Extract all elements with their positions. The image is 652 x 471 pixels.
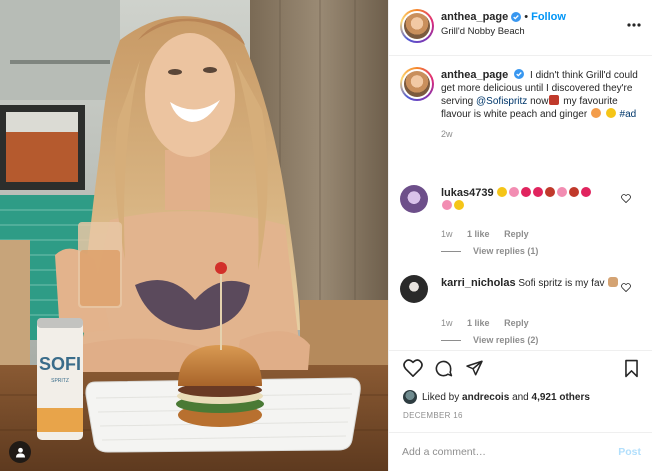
emoji-icon <box>569 187 580 197</box>
post-actions: Liked by andrecois and 4,921 others DECE… <box>389 350 652 432</box>
caption-avatar[interactable] <box>400 67 434 101</box>
caption-text-2: now <box>530 96 549 107</box>
paper-plane-icon[interactable] <box>465 359 484 377</box>
post-date[interactable]: DECEMBER 16 <box>403 411 463 420</box>
follow-button[interactable]: Follow <box>531 11 566 23</box>
view-replies-label: View replies (1) <box>473 246 539 256</box>
post-header: anthea_page • Follow Grill'd Nobby Beach <box>389 0 652 56</box>
more-options-button[interactable] <box>627 14 641 30</box>
view-replies-label: View replies (2) <box>473 335 539 345</box>
caption-age: 2w <box>441 129 453 139</box>
emoji-icon <box>497 187 508 197</box>
can-sub-text: SPRITZ <box>51 378 69 384</box>
user-tag-icon <box>15 447 25 458</box>
instagram-post: SOFI SPRITZ anthea_page • Follow Grill'd… <box>0 0 652 471</box>
liked-by-line: Liked by andrecois and 4,921 others <box>403 390 590 404</box>
comment-item: karri_nicholas Sofi spritz is my fav <box>441 277 621 290</box>
view-replies-button[interactable]: View replies (1) <box>441 246 538 256</box>
header-separator: • <box>524 11 529 23</box>
caption-username[interactable]: anthea_page <box>441 69 508 81</box>
caption-mention-link[interactable]: @Sofispritz <box>476 96 527 107</box>
liked-by-avatar[interactable] <box>403 390 417 404</box>
liked-by-user[interactable]: andrecois <box>462 392 509 403</box>
post-photo-scene: SOFI SPRITZ <box>0 0 388 471</box>
comment-avatar[interactable] <box>400 275 428 303</box>
author-avatar[interactable] <box>400 9 434 43</box>
verified-badge-icon <box>514 69 525 79</box>
emoji-icon <box>581 187 592 197</box>
header-user-line: anthea_page • Follow <box>441 11 566 23</box>
bookmark-icon[interactable] <box>624 359 639 378</box>
comments-list[interactable]: anthea_page I didn't think Grill'd could… <box>389 57 652 349</box>
comment-username[interactable]: lukas4739 <box>441 187 494 199</box>
post-caption: anthea_page I didn't think Grill'd could… <box>441 69 643 141</box>
comment-age: 1w <box>441 318 453 328</box>
comment-like-heart-icon[interactable] <box>621 194 631 203</box>
comment-avatar[interactable] <box>400 185 428 213</box>
comment-username[interactable]: karri_nicholas <box>441 277 516 289</box>
post-photo[interactable]: SOFI SPRITZ <box>0 0 388 471</box>
user-tag-button[interactable] <box>9 441 31 463</box>
emoji-icon <box>521 187 532 197</box>
location-link[interactable]: Grill'd Nobby Beach <box>441 26 525 37</box>
liked-by-others[interactable]: 4,921 others <box>532 392 590 403</box>
comment-reply-button[interactable]: Reply <box>504 318 529 328</box>
emoji-icon <box>533 187 544 197</box>
comment-meta: 1w 1 like Reply <box>441 229 541 239</box>
comment-text: Sofi spritz is my fav <box>518 278 605 289</box>
more-dots-icon <box>627 23 641 27</box>
heart-icon[interactable] <box>403 359 423 377</box>
comment-reply-button[interactable]: Reply <box>504 229 529 239</box>
emoji-icon <box>454 200 464 210</box>
emoji-icon <box>509 187 520 197</box>
can-brand-text: SOFI <box>39 354 81 374</box>
emoji-icon <box>442 200 452 210</box>
peach-emoji-icon <box>590 108 601 118</box>
comment-meta: 1w 1 like Reply <box>441 318 541 328</box>
comment-age: 1w <box>441 229 453 239</box>
header-username[interactable]: anthea_page <box>441 11 508 23</box>
view-replies-button[interactable]: View replies (2) <box>441 335 538 345</box>
yum-emoji-icon <box>605 108 616 118</box>
liked-by-prefix: Liked by <box>422 391 460 403</box>
comment-icon[interactable] <box>434 359 453 378</box>
comment-likes[interactable]: 1 like <box>467 229 490 239</box>
emoji-icon <box>557 187 568 197</box>
hand-emoji-icon <box>608 277 619 287</box>
add-comment-bar: Post <box>389 432 652 471</box>
replies-divider <box>441 250 461 252</box>
emoji-icon <box>545 187 556 197</box>
verified-badge-icon <box>511 12 522 22</box>
replies-divider <box>441 339 461 341</box>
comment-like-heart-icon[interactable] <box>621 283 631 292</box>
comment-input[interactable] <box>402 443 602 461</box>
comment-item: lukas4739 <box>441 187 621 213</box>
comment-likes[interactable]: 1 like <box>467 318 490 328</box>
post-comment-button[interactable]: Post <box>618 446 641 458</box>
liked-by-joiner: and <box>512 391 529 403</box>
drink-emoji-icon <box>549 95 560 105</box>
post-side-panel: anthea_page • Follow Grill'd Nobby Beach <box>388 0 652 471</box>
caption-hashtag-link[interactable]: #ad <box>620 109 637 120</box>
